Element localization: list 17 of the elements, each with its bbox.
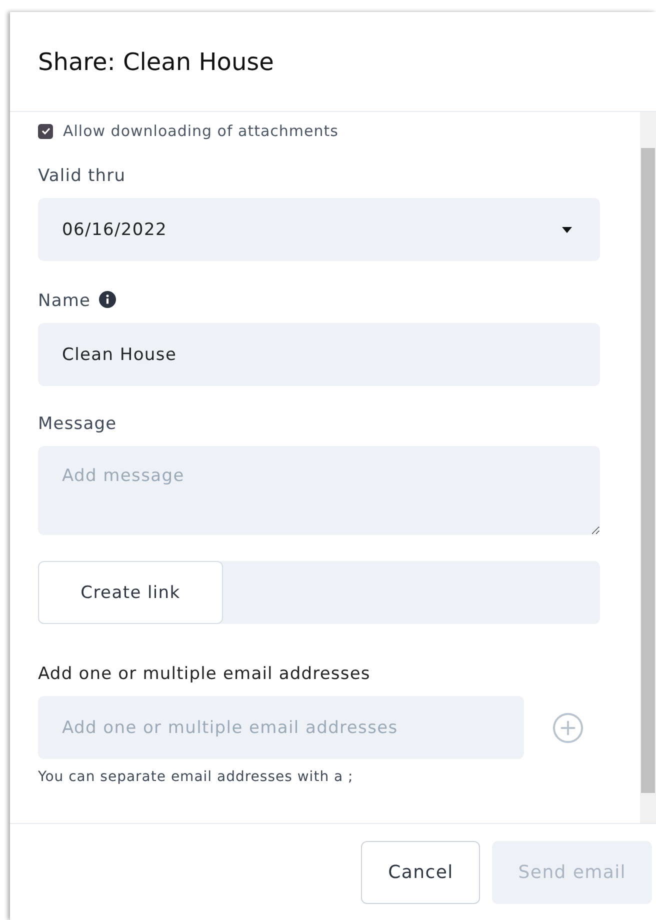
field-label: Message [38,414,117,434]
date-dropdown[interactable]: 06/16/2022 [38,198,600,261]
dialog-title: Share: Clean House [38,48,274,76]
checkbox-label: Allow downloading of attachments [63,122,338,140]
name-field[interactable]: Clean House [38,323,600,386]
checkmark-icon [40,126,50,136]
email-field[interactable]: Add one or multiple email addresses [38,696,524,759]
create-link-button[interactable]: Create link [38,561,223,624]
field-label: Name [38,291,91,311]
checkbox[interactable] [38,124,53,138]
message-field[interactable]: Add message [38,446,600,535]
caret-icon [562,226,572,232]
info-icon[interactable] [98,291,116,308]
cancel-button[interactable]: Cancel [361,840,480,904]
field-label: Valid thru [38,166,126,186]
field-label: Add one or multiple email addresses [38,664,370,684]
hint-text: You can separate email addresses with a ; [38,769,354,785]
